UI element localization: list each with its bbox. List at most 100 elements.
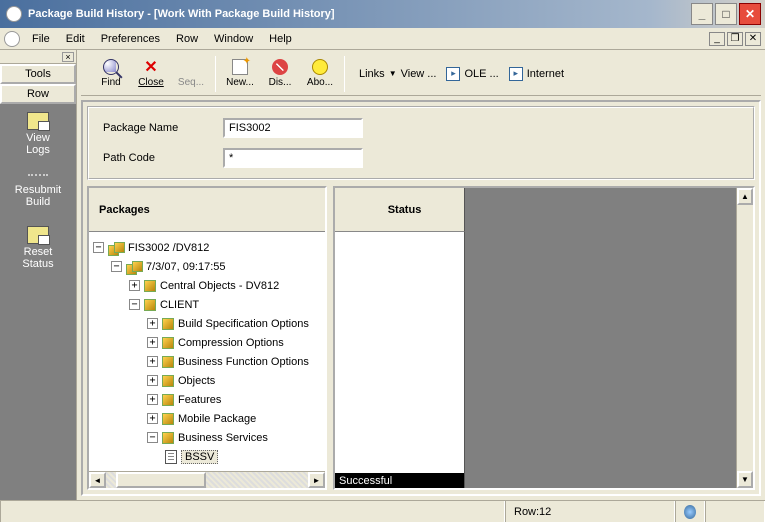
tree-node[interactable]: Features bbox=[178, 394, 221, 406]
mdi-minimize-button[interactable]: _ bbox=[709, 32, 725, 46]
packages-header: Packages bbox=[89, 188, 325, 232]
about-button[interactable]: Abo... bbox=[300, 54, 340, 94]
sidebar-item-label: Reset Status bbox=[22, 246, 53, 270]
links-dropdown[interactable]: Links ▼ View ... bbox=[359, 68, 436, 80]
globe-icon bbox=[684, 505, 696, 519]
folder-icon bbox=[162, 375, 174, 387]
status-header: Status bbox=[335, 188, 465, 232]
close-icon: ✕ bbox=[143, 59, 159, 75]
tree-node[interactable]: 7/3/07, 09:17:55 bbox=[146, 261, 226, 273]
scroll-down-icon[interactable]: ▼ bbox=[737, 471, 753, 488]
title-bar: Package Build History - [Work With Packa… bbox=[0, 0, 765, 28]
path-code-label: Path Code bbox=[103, 152, 223, 164]
ole-link[interactable]: ▸OLE ... bbox=[446, 67, 498, 81]
folder-icon bbox=[162, 356, 174, 368]
sidebar-item-view-logs[interactable]: View Logs bbox=[26, 112, 50, 156]
new-button[interactable]: New... bbox=[220, 54, 260, 94]
menu-file[interactable]: File bbox=[24, 33, 58, 45]
sidebar-tab-tools[interactable]: Tools bbox=[0, 64, 76, 84]
row-indicator: Row:12 bbox=[505, 501, 675, 522]
collapse-icon[interactable]: − bbox=[129, 299, 140, 310]
tree-node[interactable]: CLIENT bbox=[160, 299, 199, 311]
expand-icon[interactable]: + bbox=[147, 318, 158, 329]
collapse-icon[interactable]: − bbox=[93, 242, 104, 253]
internet-icon: ▸ bbox=[509, 67, 523, 81]
toolbar: Find ✕Close Seq... New... Dis... Abo... … bbox=[81, 52, 761, 96]
toolbar-close-button[interactable]: ✕Close bbox=[131, 54, 171, 94]
dis-icon bbox=[272, 59, 288, 75]
sidebar-close-button[interactable]: × bbox=[62, 52, 74, 62]
sequence-icon bbox=[183, 59, 199, 75]
sidebar-item-label: Resubmit Build bbox=[15, 184, 61, 208]
tree-node[interactable]: Build Specification Options bbox=[178, 318, 309, 330]
expand-icon[interactable]: + bbox=[147, 337, 158, 348]
expand-icon[interactable]: + bbox=[147, 375, 158, 386]
package-icon bbox=[108, 242, 124, 254]
tree-node[interactable]: FIS3002 /DV812 bbox=[128, 242, 209, 254]
expand-icon[interactable]: + bbox=[147, 394, 158, 405]
minimize-button[interactable]: _ bbox=[691, 3, 713, 25]
ole-icon: ▸ bbox=[446, 67, 460, 81]
tree-node-selected[interactable]: BSSV bbox=[181, 450, 218, 464]
mdi-close-button[interactable]: ✕ bbox=[745, 32, 761, 46]
sidebar-item-label: View Logs bbox=[26, 132, 50, 156]
tree-node[interactable]: Business Services bbox=[178, 432, 268, 444]
collapse-icon[interactable]: − bbox=[111, 261, 122, 272]
document-icon bbox=[165, 450, 177, 464]
status-column: Successful bbox=[335, 232, 465, 488]
sidebar: × Tools Row View Logs Resubmit Build Res… bbox=[0, 50, 77, 500]
app-icon bbox=[6, 6, 22, 22]
find-icon bbox=[103, 59, 119, 75]
mdi-restore-button[interactable]: ❐ bbox=[727, 32, 743, 46]
menu-preferences[interactable]: Preferences bbox=[93, 33, 168, 45]
menu-edit[interactable]: Edit bbox=[58, 33, 93, 45]
package-icon bbox=[126, 261, 142, 273]
about-icon bbox=[312, 59, 328, 75]
status-bar: Row:12 bbox=[0, 500, 765, 522]
internet-link[interactable]: ▸Internet bbox=[509, 67, 564, 81]
packages-tree[interactable]: −FIS3002 /DV812 −7/3/07, 09:17:55 +Centr… bbox=[89, 232, 325, 488]
scroll-thumb[interactable] bbox=[116, 472, 206, 488]
collapse-icon[interactable]: − bbox=[147, 432, 158, 443]
vertical-scrollbar[interactable]: ▲ ▼ bbox=[736, 188, 753, 488]
tree-node[interactable]: Objects bbox=[178, 375, 215, 387]
reset-icon bbox=[27, 226, 49, 244]
sidebar-item-resubmit-build[interactable]: Resubmit Build bbox=[15, 174, 61, 208]
scroll-right-icon[interactable]: ► bbox=[308, 472, 325, 488]
expand-icon[interactable]: + bbox=[147, 356, 158, 367]
sidebar-item-reset-status[interactable]: Reset Status bbox=[22, 226, 53, 270]
folder-icon bbox=[162, 318, 174, 330]
chevron-down-icon: ▼ bbox=[389, 69, 397, 78]
scroll-up-icon[interactable]: ▲ bbox=[737, 188, 753, 205]
menu-bar: File Edit Preferences Row Window Help _ … bbox=[0, 28, 765, 50]
tree-node[interactable]: Business Function Options bbox=[178, 356, 309, 368]
dis-button[interactable]: Dis... bbox=[260, 54, 300, 94]
packages-pane: Packages −FIS3002 /DV812 −7/3/07, 09:17:… bbox=[87, 186, 327, 490]
expand-icon[interactable]: + bbox=[147, 413, 158, 424]
status-row[interactable]: Successful bbox=[335, 473, 464, 488]
close-button[interactable]: ✕ bbox=[739, 3, 761, 25]
tree-node[interactable]: Compression Options bbox=[178, 337, 284, 349]
package-name-label: Package Name bbox=[103, 122, 223, 134]
menu-help[interactable]: Help bbox=[261, 33, 300, 45]
folder-icon bbox=[144, 280, 156, 292]
package-name-input[interactable] bbox=[223, 118, 363, 138]
maximize-button[interactable]: □ bbox=[715, 3, 737, 25]
path-code-input[interactable] bbox=[223, 148, 363, 168]
find-button[interactable]: Find bbox=[91, 54, 131, 94]
horizontal-scrollbar[interactable]: ◄ ► bbox=[89, 471, 325, 488]
menu-row[interactable]: Row bbox=[168, 33, 206, 45]
folder-icon bbox=[162, 394, 174, 406]
status-pane: Status Successful ▲ ▼ bbox=[333, 186, 755, 490]
document-icon bbox=[4, 31, 20, 47]
folder-icon bbox=[162, 337, 174, 349]
folder-icon bbox=[162, 413, 174, 425]
tree-node[interactable]: Mobile Package bbox=[178, 413, 256, 425]
menu-window[interactable]: Window bbox=[206, 33, 261, 45]
sidebar-tab-row[interactable]: Row bbox=[0, 84, 76, 104]
tree-node[interactable]: Central Objects - DV812 bbox=[160, 280, 279, 292]
expand-icon[interactable]: + bbox=[129, 280, 140, 291]
logs-icon bbox=[27, 112, 49, 130]
window-title: Package Build History - [Work With Packa… bbox=[28, 8, 691, 20]
scroll-left-icon[interactable]: ◄ bbox=[89, 472, 106, 488]
